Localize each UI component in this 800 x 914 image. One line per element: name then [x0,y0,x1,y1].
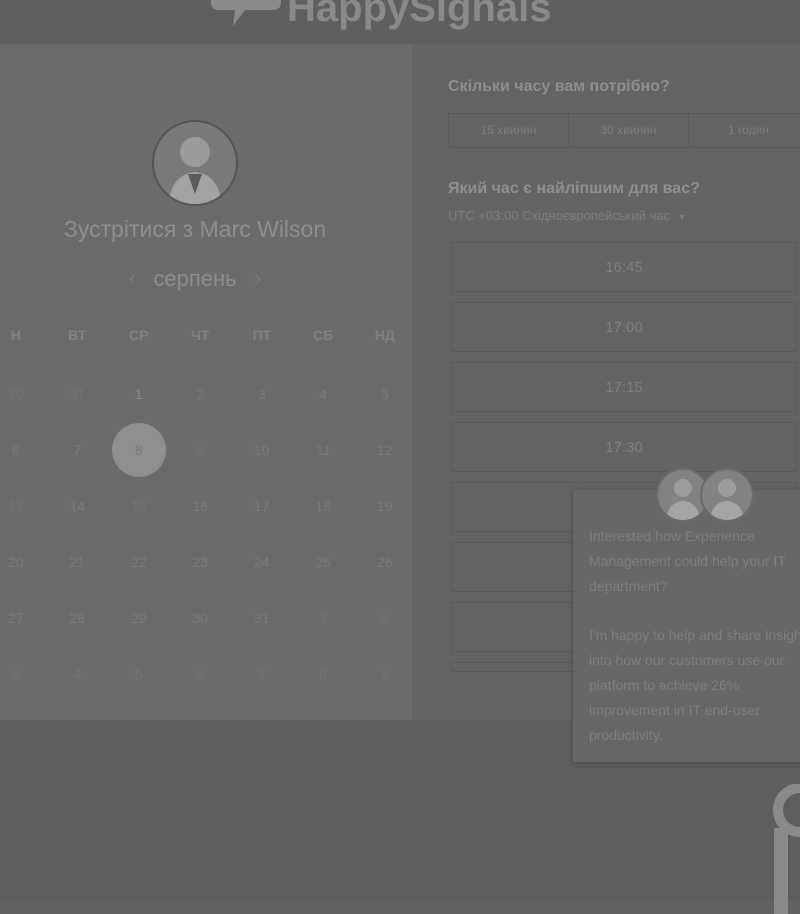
calendar-day[interactable]: 12 [354,442,416,458]
popup-message: Interested how Experience Management cou… [589,524,800,772]
calendar-day: 2 [380,610,389,626]
calendar-day: 4 [73,666,82,682]
popup-paragraph: I'm happy to help and share insight into… [589,627,800,743]
calendar-week: 27 28 29 30 31 1 2 [0,590,416,646]
weekday-label: ЧТ [191,327,210,343]
calendar-day[interactable]: 29 [108,610,170,626]
calendar-day[interactable]: 30 [170,610,232,626]
timezone-label: UTC +03:00 Східноєвропейський час [448,208,670,223]
time-slot[interactable]: 16:45 [451,242,797,292]
calendar-week: 3 4 5 6 7 8 9 [0,646,416,702]
calendar-day[interactable]: 9 [170,442,232,458]
calendar-day[interactable]: 13 [0,498,47,514]
duration-option[interactable]: 15 хвилин [449,114,569,147]
calendar-day[interactable]: 11 [293,442,355,458]
duration-option[interactable]: 1 годин [689,114,800,147]
weekday-label: ПТ [252,327,272,343]
calendar-day: 6 [196,666,205,682]
calendar-week: 30 31 1 2 3 4 5 [0,366,416,422]
calendar-day[interactable]: 24 [231,554,293,570]
calendar-day[interactable]: 2 [170,386,232,402]
calendar-day: 31 [69,386,86,402]
month-navigation: ‹ серпень › [0,266,390,292]
next-month-arrow[interactable]: › [255,268,262,291]
calendar-day[interactable]: 20 [0,554,47,570]
calendar-week: 6 7 8 9 10 11 12 [0,422,416,478]
calendar-day[interactable]: 18 [293,498,355,514]
calendar-day: 8 [319,666,328,682]
calendar-day-selected[interactable]: 8 [108,423,170,477]
agent-avatar [700,468,754,522]
caret-down-icon: ▾ [679,212,685,223]
calendar-day[interactable]: 26 [354,554,416,570]
calendar-day[interactable]: 23 [170,554,232,570]
timezone-selector[interactable]: UTC +03:00 Східноєвропейський час ▾ [448,208,685,223]
weekday-header: Н ВТ СР ЧТ ПТ СБ НД [0,327,416,343]
duration-question: Скільки часу вам потрібно? [448,78,670,95]
calendar-day[interactable]: 10 [231,442,293,458]
meeting-title: Зустрітися з Marc Wilson [63,216,327,242]
calendar-week: 13 14 15 16 17 18 19 [0,478,416,534]
selected-day-label: 8 [111,423,166,477]
weekday-label: СБ [313,327,334,343]
calendar-day[interactable]: 7 [47,442,109,458]
calendar-day: 3 [11,666,20,682]
popup-paragraph: Interested how Experience Management cou… [589,528,786,594]
weekday-label: Н [10,327,21,343]
calendar-day[interactable]: 15 [108,498,170,514]
calendar-day[interactable]: 31 [231,610,293,626]
prev-month-arrow[interactable]: ‹ [129,268,136,291]
chat-launcher-icon[interactable] [766,784,800,914]
calendar-day[interactable]: 1 [108,386,170,402]
month-label: серпень [153,266,237,291]
calendar-day[interactable]: 6 [0,442,47,458]
calendar-day[interactable]: 21 [47,554,109,570]
calendar-day: 7 [257,666,266,682]
calendar-day: 30 [7,386,24,402]
calendar-day: 1 [319,610,328,626]
time-slot[interactable]: 17:15 [451,362,797,412]
popup-avatars [656,468,754,522]
calendar-day[interactable]: 14 [47,498,109,514]
calendar-panel: Зустрітися з Marc Wilson ‹ серпень › Н В… [0,44,412,720]
calendar-day[interactable]: 16 [170,498,232,514]
calendar-grid: 30 31 1 2 3 4 5 6 7 8 9 10 11 12 13 14 1… [0,366,416,702]
time-question: Який час є найліпшим для вас? [448,180,700,197]
calendar-day[interactable]: 22 [108,554,170,570]
calendar-day[interactable]: 3 [231,386,293,402]
calendar-day[interactable]: 25 [293,554,355,570]
time-slot[interactable]: 17:30 [451,422,797,472]
time-slot[interactable]: 17:00 [451,302,797,352]
duration-selector: 15 хвилин 30 хвилин 1 годин [448,113,800,148]
weekday-label: СР [129,327,149,343]
calendar-day[interactable]: 19 [354,498,416,514]
person-icon [710,479,744,520]
calendar-day[interactable]: 4 [293,386,355,402]
weekday-label: НД [374,327,395,343]
calendar-day[interactable]: 27 [0,610,47,626]
host-avatar [152,120,238,206]
calendar-day[interactable]: 5 [354,386,416,402]
happysignals-logo: HappySignals [205,0,552,28]
logo-text: HappySignals [287,0,552,30]
calendar-day[interactable]: 28 [47,610,109,626]
duration-option[interactable]: 30 хвилин [569,114,689,147]
person-icon [168,137,222,204]
speech-bubble-icon [211,0,281,26]
calendar-day[interactable]: 17 [231,498,293,514]
calendar-day: 5 [134,666,143,682]
top-bar: HappySignals [0,0,800,44]
calendar-day: 9 [380,666,389,682]
calendar-week: 20 21 22 23 24 25 26 [0,534,416,590]
weekday-label: ВТ [68,327,87,343]
